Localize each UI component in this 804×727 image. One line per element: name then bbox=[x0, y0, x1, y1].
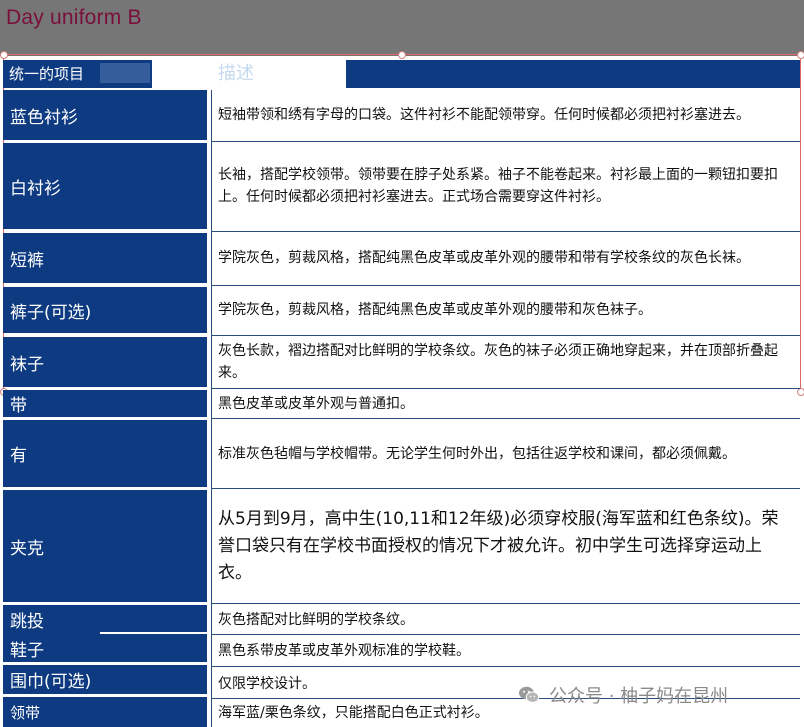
row-divider bbox=[212, 388, 800, 389]
row-divider bbox=[212, 231, 800, 232]
row-item-label: 领带 bbox=[3, 697, 207, 727]
cell-accent-line bbox=[40, 417, 208, 419]
row-description: 长袖，搭配学校领带。领带要在脖子处系紧。袖子不能卷起来。衬衫最上面的一颗钮扣要扣… bbox=[218, 167, 778, 205]
row-description: 黑色系带皮革或皮革外观标准的学校鞋。 bbox=[218, 643, 470, 659]
resize-handle-top-center[interactable] bbox=[398, 51, 406, 59]
row-item-label: 白衬衫 bbox=[3, 143, 207, 229]
row-item-label: 带 bbox=[3, 390, 207, 417]
cell-accent-line bbox=[100, 632, 208, 634]
row-divider bbox=[212, 634, 800, 635]
watermark-text: 公众号 · 柚子妈在昆州 bbox=[549, 686, 729, 707]
selection-frame-right bbox=[800, 54, 801, 394]
row-description: 学院灰色，剪裁风格，搭配纯黑色皮革或皮革外观的腰带和带有学校条纹的灰色长袜。 bbox=[218, 250, 750, 266]
column-divider bbox=[211, 90, 212, 727]
row-divider bbox=[212, 603, 800, 604]
resize-handle-top-left[interactable] bbox=[0, 51, 8, 59]
watermark: 公众号 · 柚子妈在昆州 bbox=[517, 682, 728, 708]
row-divider bbox=[212, 418, 800, 419]
header-bar bbox=[346, 60, 800, 88]
row-description: 黑色皮革或皮革外观与普通扣。 bbox=[218, 395, 414, 412]
row-description: 标准灰色毡帽与学校帽带。无论学生何时外出，包括往返学校和课间，都必须佩戴。 bbox=[218, 445, 736, 462]
row-description: 灰色搭配对比鲜明的学校条纹。 bbox=[218, 611, 414, 628]
row-description: 灰色长款，褶边搭配对比鲜明的学校条纹。灰色的袜子必须正确地穿起来，并在顶部折叠起… bbox=[218, 343, 778, 381]
resize-handle-top-right[interactable] bbox=[797, 51, 804, 59]
wechat-icon bbox=[519, 686, 540, 703]
header-ghost-block bbox=[100, 63, 150, 83]
row-divider bbox=[212, 141, 800, 142]
row-item-label: 短裤 bbox=[3, 233, 207, 283]
row-item-label: 围巾(可选) bbox=[3, 665, 207, 694]
column-header-description: 描述 bbox=[218, 63, 254, 84]
row-item-label: 跳投 bbox=[3, 605, 207, 634]
row-item-label: 袜子 bbox=[3, 337, 207, 387]
cell-accent-line bbox=[170, 694, 208, 696]
row-divider bbox=[212, 488, 800, 489]
row-description: 学院灰色，剪裁风格，搭配纯黑色皮革或皮革外观的腰带和灰色袜子。 bbox=[218, 302, 652, 318]
row-item-label: 蓝色衬衫 bbox=[3, 90, 207, 140]
row-description: 从5月到9月，高中生(10,11和12年级)必须穿校服(海军蓝和红色条纹)。荣誉… bbox=[218, 508, 779, 583]
row-item-label: 裤子(可选) bbox=[3, 287, 207, 333]
page-title: Day uniform B bbox=[6, 6, 142, 29]
row-divider bbox=[212, 285, 800, 286]
row-item-label: 有 bbox=[3, 420, 207, 487]
row-divider bbox=[212, 666, 800, 667]
row-description: 短袖带领和绣有字母的口袋。这件衬衫不能配领带穿。任何时候都必须把衬衫塞进去。 bbox=[218, 107, 750, 123]
row-item-label: 鞋子 bbox=[3, 634, 207, 662]
row-divider bbox=[212, 335, 800, 336]
row-item-label: 夹克 bbox=[3, 490, 207, 602]
